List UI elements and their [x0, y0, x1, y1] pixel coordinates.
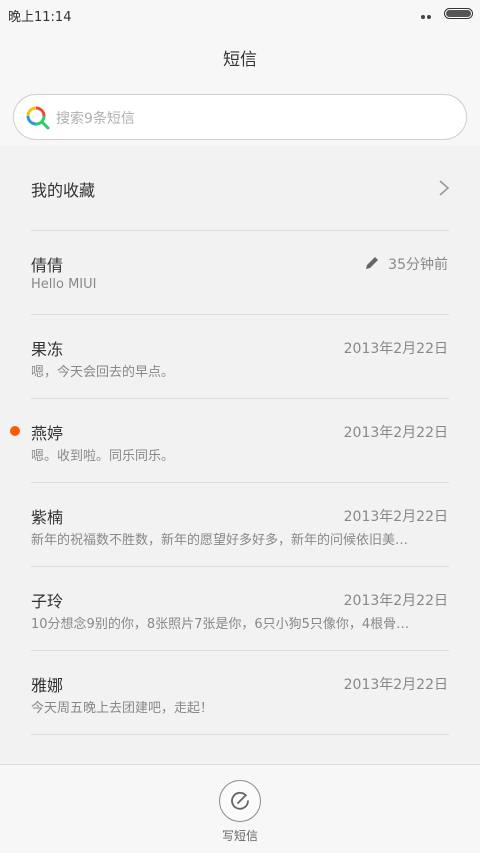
contact-name: 果冻	[31, 340, 64, 359]
compose-label: 写短信	[221, 829, 258, 843]
contact-name: 紫楠	[31, 508, 64, 527]
search-icon	[26, 106, 50, 130]
chevron-right-icon	[439, 180, 450, 196]
conversation-item[interactable]: 倩倩 35分钟前 Hello MIUI	[0, 230, 480, 314]
message-preview: Hello MIUI	[31, 277, 97, 292]
message-time: 2013年2月22日	[343, 677, 448, 693]
conversation-item[interactable]: 果冻 2013年2月22日 嗯，今天会回去的早点。	[0, 314, 480, 398]
message-preview: 新年的祝福数不胜数，新年的愿望好多好多，新年的问候依旧美…	[31, 533, 409, 548]
conversation-item[interactable]: 紫楠 2013年2月22日 新年的祝福数不胜数，新年的愿望好多好多，新年的问候依…	[0, 482, 480, 566]
contact-name: 燕婷	[31, 424, 64, 443]
search-placeholder: 搜索9条短信	[56, 111, 135, 127]
contact-name: 倩倩	[31, 256, 64, 275]
conversation-item[interactable]: 雅娜 2013年2月22日 今天周五晚上去团建吧，走起！	[0, 650, 480, 734]
message-preview: 今天周五晚上去团建吧，走起！	[31, 701, 214, 716]
contact-name: 子玲	[31, 592, 64, 611]
conversation-item[interactable]: 子玲 2013年2月22日 10分想念9别的你，8张照片7张是你，6只小狗5只像…	[0, 566, 480, 650]
header: 短信 搜索9条短信	[0, 28, 480, 146]
message-time: 35分钟前	[388, 257, 448, 273]
divider	[31, 734, 449, 735]
pencil-icon	[366, 257, 379, 269]
compose-button[interactable]	[219, 780, 261, 822]
message-preview: 嗯，今天会回去的早点。	[31, 365, 175, 380]
message-time: 2013年2月22日	[343, 425, 448, 441]
status-bar: 晚上11:14	[0, 0, 480, 38]
message-time: 2013年2月22日	[343, 509, 448, 525]
draft-time: 35分钟前	[366, 254, 448, 273]
status-time: 晚上11:14	[8, 10, 72, 25]
search-input[interactable]: 搜索9条短信	[13, 94, 467, 140]
favorites-row[interactable]: 我的收藏	[0, 146, 480, 230]
message-time: 2013年2月22日	[343, 341, 448, 357]
message-preview: 嗯。收到啦。同乐同乐。	[31, 449, 175, 464]
conversation-item[interactable]: 燕婷 2013年2月22日 嗯。收到啦。同乐同乐。	[0, 398, 480, 482]
conversation-list: 我的收藏 倩倩 35分钟前 Hello MIUI 果冻 2013年2月22日 嗯…	[0, 146, 480, 764]
message-time: 2013年2月22日	[343, 593, 448, 609]
battery-icon	[444, 8, 473, 19]
bottom-bar: 写短信	[0, 764, 480, 853]
unread-dot	[10, 426, 20, 436]
page-title: 短信	[223, 50, 257, 70]
more-dots-icon	[421, 15, 437, 38]
favorites-label: 我的收藏	[31, 181, 96, 200]
contact-name: 雅娜	[31, 676, 64, 695]
message-preview: 10分想念9别的你，8张照片7张是你，6只小狗5只像你，4根骨…	[31, 617, 410, 632]
compose-icon	[231, 791, 249, 810]
